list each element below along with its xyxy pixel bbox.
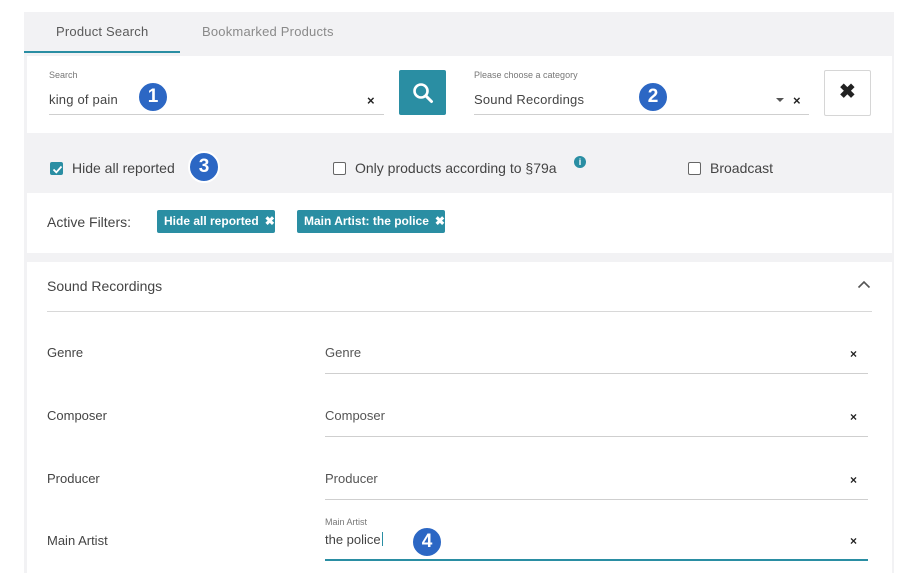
remove-filter-icon[interactable]: ✖ — [435, 210, 445, 233]
broadcast-checkbox[interactable] — [688, 162, 701, 175]
sound-recordings-panel: Sound Recordings Genre Genre × Composer … — [27, 262, 892, 573]
search-field-label: Search — [49, 70, 78, 80]
panel-divider — [47, 311, 872, 312]
remove-filter-icon[interactable]: ✖ — [265, 210, 275, 233]
category-underline — [474, 114, 809, 115]
active-filters-bar: Active Filters: Hide all reported ✖ Main … — [27, 193, 892, 253]
broadcast-label[interactable]: Broadcast — [710, 160, 773, 176]
close-icon: ✖ — [839, 81, 856, 103]
category-clear-icon[interactable]: × — [793, 94, 801, 107]
active-filters-label: Active Filters: — [47, 214, 132, 230]
category-select[interactable]: Sound Recordings — [474, 92, 584, 107]
filter-chip-hide-reported[interactable]: Hide all reported ✖ — [157, 210, 275, 233]
callout-badge-1: 1 — [137, 81, 169, 113]
hide-reported-label[interactable]: Hide all reported — [72, 160, 175, 176]
tab-bar: Product Search Bookmarked Products — [24, 12, 894, 53]
category-field-label: Please choose a category — [474, 70, 578, 80]
main-artist-clear-icon[interactable]: × — [850, 534, 857, 548]
chevron-up-icon[interactable] — [857, 280, 871, 289]
search-clear-icon[interactable]: × — [367, 94, 375, 107]
only-79a-checkbox[interactable] — [333, 162, 346, 175]
filter-chip-label: Main Artist: the police — [304, 214, 429, 228]
producer-underline — [325, 499, 868, 500]
main-artist-label: Main Artist — [47, 533, 108, 548]
info-icon[interactable]: i — [574, 156, 586, 168]
search-input[interactable]: king of pain — [49, 92, 118, 107]
composer-clear-icon[interactable]: × — [850, 410, 857, 424]
chevron-down-icon[interactable] — [776, 98, 784, 102]
product-search-page: Product Search Bookmarked Products Searc… — [24, 12, 894, 573]
genre-field[interactable]: Genre × — [325, 332, 868, 384]
main-artist-floating-label: Main Artist — [325, 517, 368, 527]
only-79a-label[interactable]: Only products according to §79a — [355, 160, 557, 176]
main-artist-field[interactable]: Main Artist the police × — [325, 516, 868, 572]
panel-title: Sound Recordings — [47, 278, 163, 294]
callout-badge-2: 2 — [637, 81, 669, 113]
search-card: Search king of pain × 1 Please choose a … — [27, 56, 892, 133]
main-artist-underline — [325, 559, 868, 561]
search-underline — [49, 114, 384, 115]
composer-input[interactable]: Composer — [325, 408, 385, 423]
search-icon — [413, 83, 433, 103]
check-icon — [52, 165, 63, 174]
composer-field[interactable]: Composer × — [325, 395, 868, 447]
filter-chip-label: Hide all reported — [164, 214, 259, 228]
reset-button[interactable]: ✖ — [824, 70, 871, 116]
search-button[interactable] — [399, 70, 446, 115]
genre-label: Genre — [47, 345, 84, 360]
callout-badge-4: 4 — [411, 526, 443, 558]
composer-label: Composer — [47, 408, 107, 423]
producer-field[interactable]: Producer × — [325, 458, 868, 510]
producer-label: Producer — [47, 471, 100, 486]
tab-product-search[interactable]: Product Search — [56, 24, 148, 39]
genre-underline — [325, 373, 868, 374]
main-artist-input[interactable]: the police — [325, 532, 383, 547]
producer-clear-icon[interactable]: × — [850, 473, 857, 487]
producer-input[interactable]: Producer — [325, 471, 378, 486]
tab-bookmarked-products[interactable]: Bookmarked Products — [202, 24, 334, 39]
filter-chip-main-artist[interactable]: Main Artist: the police ✖ — [297, 210, 445, 233]
composer-underline — [325, 436, 868, 437]
callout-badge-3: 3 — [188, 151, 220, 183]
active-tab-indicator — [24, 51, 180, 53]
genre-clear-icon[interactable]: × — [850, 347, 857, 361]
genre-input[interactable]: Genre — [325, 345, 361, 360]
hide-reported-checkbox[interactable] — [50, 162, 63, 175]
